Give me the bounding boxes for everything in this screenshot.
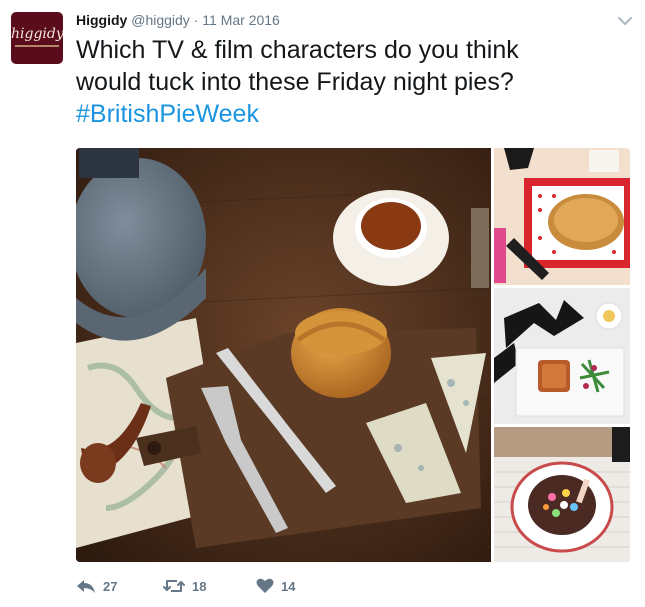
chevron-down-icon[interactable]	[617, 14, 633, 26]
tweet: higgidy Higgidy @higgidy · 11 Mar 2016 W…	[0, 0, 645, 607]
photo-pie-sweets-bowl-image	[494, 427, 630, 562]
retweet-icon	[163, 578, 185, 594]
photo-pie-tv-remote-image	[494, 148, 630, 285]
tweet-date[interactable]: 11 Mar 2016	[202, 12, 280, 28]
photo-side-1[interactable]	[494, 148, 630, 285]
reply-button[interactable]: 27	[76, 576, 117, 596]
retweet-count: 18	[192, 578, 207, 594]
photo-pie-bowtie-plate-image	[494, 288, 630, 424]
avatar[interactable]: higgidy	[11, 12, 63, 64]
photo-side-2[interactable]	[494, 288, 630, 424]
retweet-button[interactable]: 18	[163, 576, 206, 596]
photo-main[interactable]	[76, 148, 491, 562]
like-count: 14	[281, 578, 296, 594]
reply-icon	[76, 578, 96, 594]
media-grid	[76, 148, 630, 562]
tweet-text: Which TV & film characters do you think …	[76, 34, 596, 130]
user-handle[interactable]: @higgidy	[131, 12, 190, 28]
tweet-header: Higgidy @higgidy · 11 Mar 2016	[76, 12, 280, 28]
heart-icon	[256, 578, 274, 594]
tweet-text-line-2: would tuck into these Friday night pies?	[76, 68, 514, 96]
separator-dot: ·	[193, 12, 199, 28]
like-button[interactable]: 14	[256, 576, 295, 596]
avatar-logo-underline	[15, 45, 59, 47]
tweet-text-line-1: Which TV & film characters do you think	[76, 36, 519, 64]
avatar-logo-text: higgidy	[11, 26, 63, 42]
reply-count: 27	[103, 578, 118, 594]
photo-side-3[interactable]	[494, 427, 630, 562]
photo-pie-cheese-board-image	[76, 148, 491, 562]
display-name[interactable]: Higgidy	[76, 12, 127, 28]
hashtag-link[interactable]: #BritishPieWeek	[76, 98, 596, 130]
